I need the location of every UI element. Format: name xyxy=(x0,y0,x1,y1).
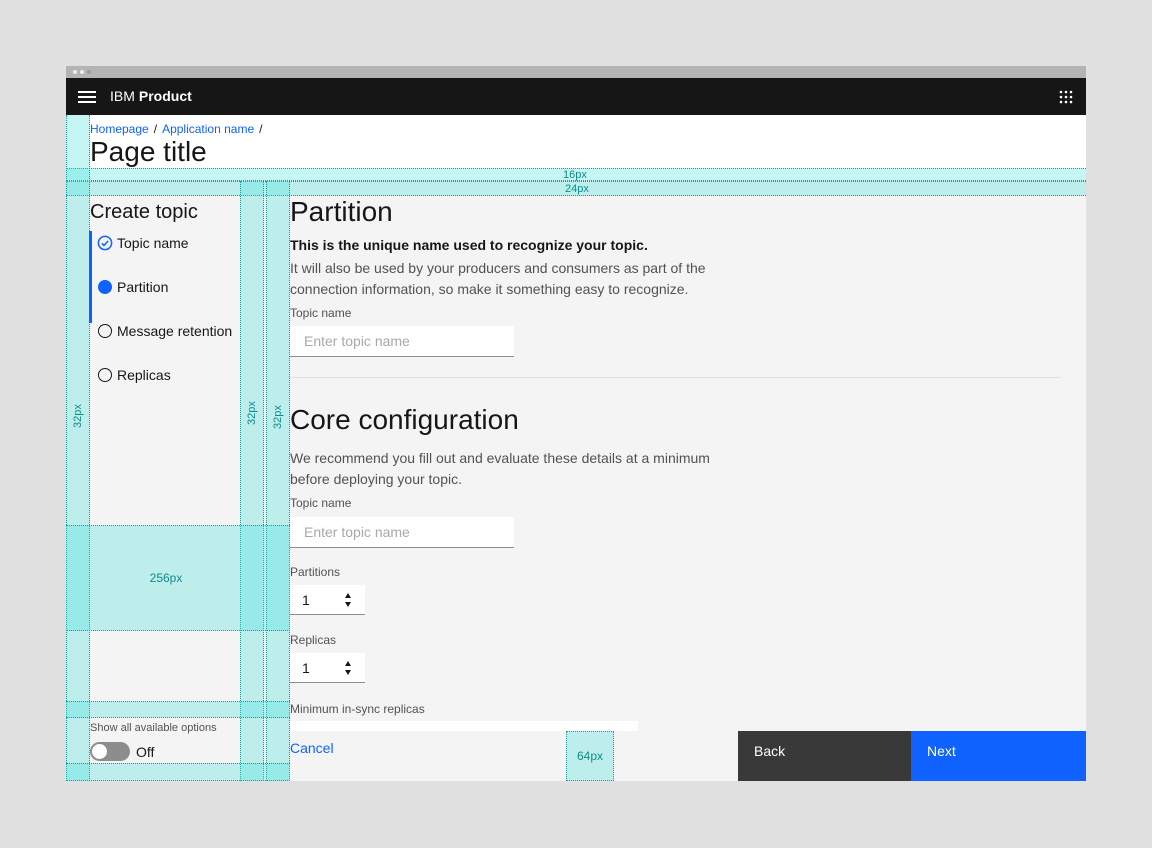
section-intro-bold: This is the unique name used to recogniz… xyxy=(290,237,648,253)
breadcrumb: Homepage / Application name / xyxy=(90,122,267,136)
section-heading: Core configuration xyxy=(290,402,519,437)
window-dot-icon xyxy=(73,70,77,74)
cancel-button[interactable]: Cancel xyxy=(290,740,334,756)
wizard-step-message-retention[interactable]: Message retention xyxy=(97,319,267,343)
wizard-step-replicas[interactable]: Replicas xyxy=(97,363,267,387)
spacing-annotation-options-bottom xyxy=(66,763,290,781)
annotation-label: 32px xyxy=(72,396,84,436)
step-label: Replicas xyxy=(117,366,171,384)
field-label-topic-name: Topic name xyxy=(290,306,351,320)
annotation-label: 32px xyxy=(272,397,284,437)
decrement-arrow-icon[interactable] xyxy=(345,670,351,675)
field-label-partitions: Partitions xyxy=(290,565,340,579)
section-intro-body: We recommend you fill out and evaluate t… xyxy=(290,448,710,490)
annotation-label: 64px xyxy=(566,749,614,763)
number-stepper[interactable] xyxy=(344,591,353,609)
annotation-label: 256px xyxy=(131,571,201,585)
page-title: Page title xyxy=(90,135,207,169)
step-complete-icon xyxy=(97,235,113,251)
replicas-number-input[interactable]: 1 xyxy=(290,653,365,683)
field-label-min-insync-replicas: Minimum in-sync replicas xyxy=(290,702,425,716)
next-button[interactable]: Next xyxy=(911,731,1086,781)
number-value: 1 xyxy=(302,660,310,676)
increment-arrow-icon[interactable] xyxy=(345,593,351,598)
decrement-arrow-icon[interactable] xyxy=(345,602,351,607)
min-insync-replicas-input[interactable] xyxy=(290,721,638,731)
brand-prefix: IBM xyxy=(110,88,135,104)
app-switcher-grid-icon[interactable] xyxy=(1059,90,1073,104)
spacing-annotation-options-top xyxy=(66,701,290,718)
options-toggle-switch[interactable] xyxy=(90,742,130,761)
wizard-title: Create topic xyxy=(90,201,198,224)
increment-arrow-icon[interactable] xyxy=(345,661,351,666)
browser-chrome-bar xyxy=(66,66,1086,78)
toggle-state-text: Off xyxy=(136,744,154,760)
number-value: 1 xyxy=(302,592,310,608)
field-label-replicas: Replicas xyxy=(290,633,336,647)
partitions-number-input[interactable]: 1 xyxy=(290,585,365,615)
window-dot-icon xyxy=(87,70,91,74)
annotation-label: 16px xyxy=(563,169,587,181)
brand-title: IBMProduct xyxy=(110,78,192,115)
number-stepper[interactable] xyxy=(344,659,353,677)
breadcrumb-link-application[interactable]: Application name xyxy=(162,122,254,136)
app-window: IBMProduct Homepage / Application name / Pa… xyxy=(66,66,1086,781)
step-label: Partition xyxy=(117,278,168,296)
back-button[interactable]: Back xyxy=(738,731,911,781)
annotation-label: 32px xyxy=(246,393,258,433)
spacing-annotation-sidebar-gutter-32px xyxy=(240,181,264,781)
spacing-annotation-left-gutter-32px xyxy=(66,115,90,781)
section-heading: Partition xyxy=(290,194,393,229)
topic-name-input[interactable] xyxy=(290,326,514,357)
field-label-topic-name: Topic name xyxy=(290,496,351,510)
breadcrumb-link-homepage[interactable]: Homepage xyxy=(90,122,149,136)
breadcrumb-separator: / xyxy=(154,122,157,136)
spacing-annotation-content-gutter-32px xyxy=(266,181,290,781)
options-toggle-label: Show all available options xyxy=(90,722,217,734)
step-incomplete-icon xyxy=(98,324,112,338)
wizard-step-partition[interactable]: Partition xyxy=(97,275,267,299)
step-label: Message retention xyxy=(117,322,232,340)
progress-indicator-line xyxy=(89,231,92,323)
hamburger-menu-icon[interactable] xyxy=(78,91,96,103)
step-label: Topic name xyxy=(117,234,189,252)
brand-name: Product xyxy=(139,88,192,104)
breadcrumb-separator: / xyxy=(259,122,262,136)
step-incomplete-icon xyxy=(98,368,112,382)
product-header: IBMProduct xyxy=(66,78,1086,115)
wizard-step-topic-name[interactable]: Topic name xyxy=(97,231,267,255)
section-divider xyxy=(290,377,1061,378)
core-topic-name-input[interactable] xyxy=(290,517,514,548)
step-current-icon xyxy=(98,280,112,294)
annotation-label: 24px xyxy=(565,183,589,195)
section-intro-body: It will also be used by your producers a… xyxy=(290,258,706,300)
toggle-knob xyxy=(92,744,107,759)
window-dot-icon xyxy=(80,70,84,74)
